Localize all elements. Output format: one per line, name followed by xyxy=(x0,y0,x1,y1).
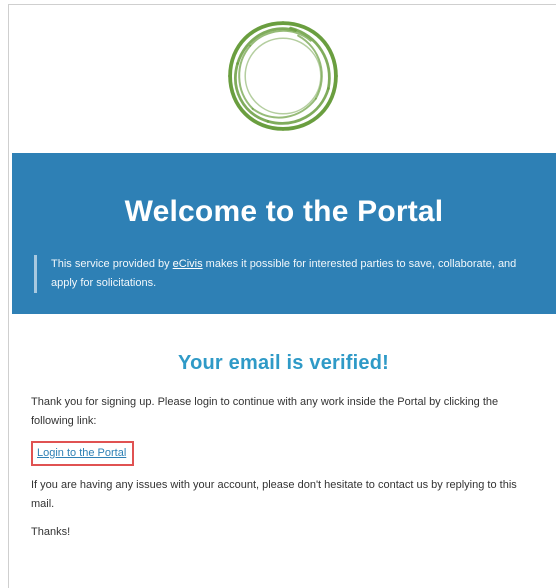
login-link-highlight: Login to the Portal xyxy=(31,441,135,466)
intro-paragraph: Thank you for signing up. Please login t… xyxy=(31,396,499,427)
circular-swirl-logo-icon xyxy=(227,21,338,131)
login-portal-link[interactable]: Login to the Portal xyxy=(37,447,126,459)
email-content: Your email is verified! Thank you for si… xyxy=(31,314,536,538)
verified-title: Your email is verified! xyxy=(178,352,389,374)
ecivis-link[interactable]: eCivis xyxy=(173,258,203,270)
welcome-banner: Welcome to the Portal This service provi… xyxy=(12,153,556,314)
email-frame: Welcome to the Portal This service provi… xyxy=(8,4,556,588)
thanks-text: Thanks! xyxy=(31,526,71,538)
logo-area xyxy=(9,5,556,155)
banner-title: Welcome to the Portal xyxy=(124,195,444,228)
banner-description: This service provided by eCivis makes it… xyxy=(34,255,541,293)
issues-paragraph: If you are having any issues with your a… xyxy=(31,479,517,510)
banner-text-start: This service provided by xyxy=(51,258,173,270)
